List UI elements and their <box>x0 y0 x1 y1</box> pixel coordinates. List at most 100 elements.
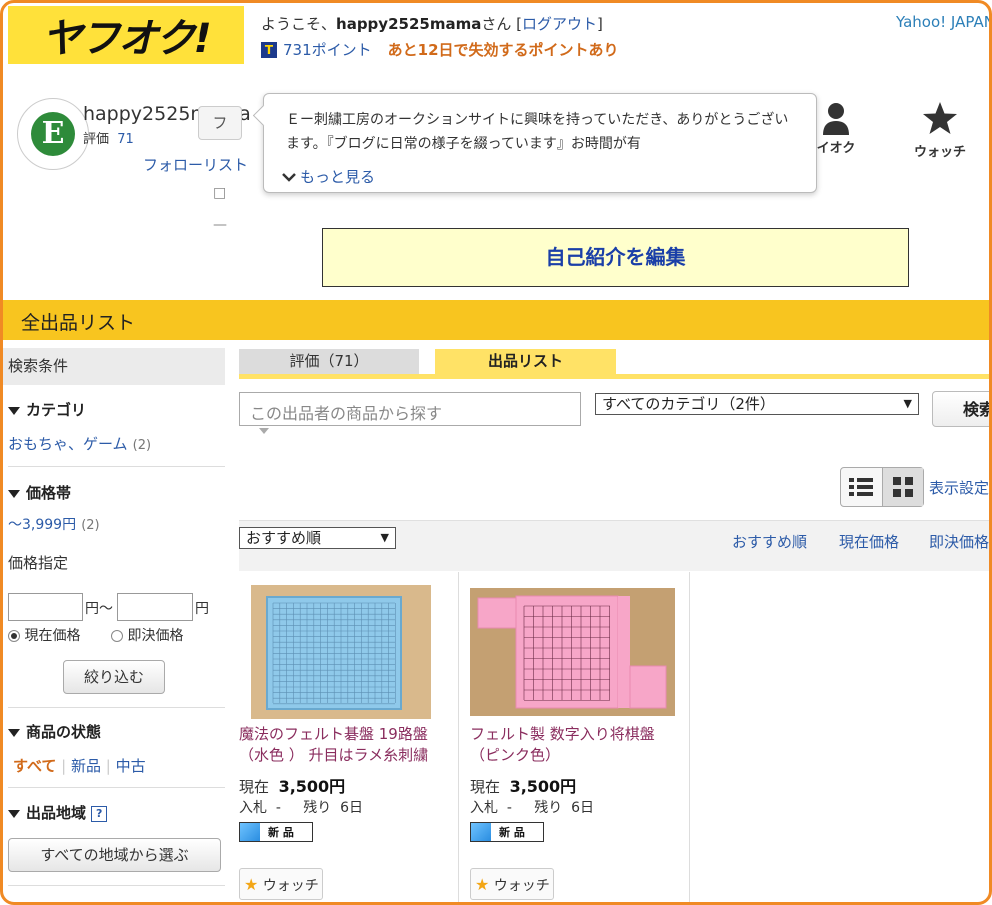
category-title[interactable]: カテゴリ <box>8 399 86 420</box>
grid-view-button[interactable] <box>881 468 923 506</box>
condition-all[interactable]: すべて <box>13 757 56 775</box>
remain-label: 残り <box>303 800 332 816</box>
radio-button[interactable] <box>111 630 123 642</box>
radio-buyout-price[interactable]: 即決価格 <box>111 625 183 645</box>
yen-to-label: 円 <box>195 601 209 617</box>
popup-arrow <box>252 104 275 127</box>
condition-title[interactable]: 商品の状態 <box>8 721 101 742</box>
region-title[interactable]: 出品地域 ? <box>8 802 108 823</box>
new-badge: 新 品 <box>239 822 313 842</box>
price-min-input[interactable] <box>8 593 83 621</box>
ioku-button[interactable]: イオク <box>811 101 861 156</box>
welcome-suffix: さん <box>481 15 512 33</box>
narrow-button[interactable]: 絞り込む <box>63 660 165 694</box>
popup-more-link[interactable]: もっと見る <box>282 166 375 187</box>
price-max-input[interactable] <box>117 593 193 621</box>
yahoo-japan-link[interactable]: Yahoo! JAPAN <box>896 13 989 31</box>
bid-value: - <box>275 800 281 816</box>
item-price: 現在 3,500円 <box>470 773 576 797</box>
item-image-shogi-board[interactable] <box>470 588 675 716</box>
logout-bracket-close: ] <box>597 15 603 33</box>
condition-used[interactable]: 中古 <box>116 757 146 775</box>
caret-down-icon <box>259 428 269 434</box>
divider <box>8 466 225 467</box>
watch-label: ウォッチ <box>262 878 319 894</box>
banner-title: 全出品リスト <box>21 312 136 334</box>
display-settings-link[interactable]: 表示設定 <box>929 477 989 498</box>
intro-popup: Ｅー刺繍工房のオークションサイトに興味を持っていただき、ありがとうございます。『… <box>252 93 817 193</box>
tab-underline <box>239 374 989 379</box>
item-card: フェルト製 数字入り将棋盤（ピンク色） 現在 3,500円 入札 - 残り 6日… <box>470 572 688 902</box>
watch-button[interactable]: ★ ウォッチ <box>239 868 323 900</box>
search-button[interactable]: 検索 <box>932 391 989 427</box>
divider <box>8 885 225 886</box>
follow-list-link[interactable]: フォローリスト <box>143 154 248 175</box>
sparkle-icon <box>471 823 491 841</box>
category-title-label: カテゴリ <box>26 401 87 419</box>
price-range-item: 〜3,999円 (2) <box>8 514 100 534</box>
price-label: 現在 <box>239 778 270 796</box>
category-select-value: すべてのカテゴリ（2件） <box>602 395 775 413</box>
logout-link[interactable]: ログアウト <box>522 15 597 33</box>
new-badge: 新 品 <box>470 822 544 842</box>
points-link[interactable]: 731ポイント <box>283 39 372 60</box>
condition-new[interactable]: 新品 <box>71 757 101 775</box>
radio-button[interactable] <box>8 630 20 642</box>
sort-select-value: おすすめ順 <box>246 529 322 547</box>
price-title[interactable]: 価格帯 <box>8 482 71 503</box>
price-value: 3,500円 <box>278 777 346 796</box>
item-bid-info: 入札 - 残り 6日 <box>470 797 594 817</box>
star-icon <box>923 102 957 134</box>
bid-label: 入札 <box>239 800 267 816</box>
follow-button[interactable]: フ <box>198 106 242 140</box>
yen-from-label: 円〜 <box>85 601 113 617</box>
item-bid-info: 入札 - 残り 6日 <box>239 797 363 817</box>
edit-intro-button[interactable]: 自己紹介を編集 <box>322 228 909 287</box>
category-select[interactable]: すべてのカテゴリ（2件） ▼ <box>595 393 919 415</box>
list-view-icon <box>849 478 874 496</box>
remain-value: 6日 <box>340 800 364 816</box>
item-title-link[interactable]: 魔法のフェルト碁盤 19路盤（水色 ） 升目はラメ糸刺繍 <box>239 724 449 766</box>
chevron-down-icon <box>282 172 296 182</box>
price-range-link[interactable]: 〜3,999円 <box>8 517 76 533</box>
region-title-label: 出品地域 <box>26 804 87 822</box>
avatar: E <box>17 98 89 170</box>
watch-label: ウォッチ <box>493 878 550 894</box>
sort-select[interactable]: おすすめ順 ▼ <box>239 527 396 549</box>
person-icon <box>823 103 849 135</box>
avatar-letter: E <box>31 112 75 156</box>
yahuoku-logo[interactable]: ヤフオク! <box>8 6 244 64</box>
category-count: (2) <box>132 438 152 453</box>
remain-value: 6日 <box>571 800 595 816</box>
list-view-button[interactable] <box>841 468 882 506</box>
watch-button[interactable]: ★ ウォッチ <box>470 868 554 900</box>
expiry-notice[interactable]: あと12日で失効するポイントあり <box>388 39 619 60</box>
triangle-down-icon <box>8 489 20 498</box>
sort-buyout-price[interactable]: 即決価格 <box>929 531 989 552</box>
sort-recommended[interactable]: おすすめ順 <box>732 531 807 552</box>
bid-label: 入札 <box>470 800 498 816</box>
triangle-down-icon <box>8 406 20 415</box>
radio-current-label: 現在価格 <box>24 628 81 644</box>
tpoint-icon: T <box>261 41 277 58</box>
item-divider <box>458 572 459 902</box>
tab-listing[interactable]: 出品リスト <box>435 349 616 374</box>
select-arrow-icon: ▼ <box>903 397 912 410</box>
divider <box>8 787 225 788</box>
item-price: 現在 3,500円 <box>239 773 345 797</box>
sparkle-icon <box>240 823 260 841</box>
rating-value[interactable]: 71 <box>117 132 134 147</box>
price-spec-label: 価格指定 <box>8 554 69 572</box>
sort-current-price[interactable]: 現在価格 <box>839 531 899 552</box>
help-icon[interactable]: ? <box>91 805 108 822</box>
tab-rating[interactable]: 評価（71） <box>239 349 419 374</box>
item-image-go-board[interactable] <box>251 585 431 719</box>
category-link[interactable]: おもちゃ、ゲーム <box>8 435 128 453</box>
square-glyph: □ <box>213 185 227 201</box>
region-select-button[interactable]: すべての地域から選ぶ <box>8 838 221 872</box>
watch-top-button[interactable]: ウォッチ <box>905 101 975 160</box>
welcome-prefix: ようこそ、 <box>261 15 337 33</box>
seller-search-input[interactable]: この出品者の商品から探す <box>239 392 581 426</box>
radio-current-price[interactable]: 現在価格 <box>8 625 80 645</box>
item-title-link[interactable]: フェルト製 数字入り将棋盤（ピンク色） <box>470 724 680 766</box>
